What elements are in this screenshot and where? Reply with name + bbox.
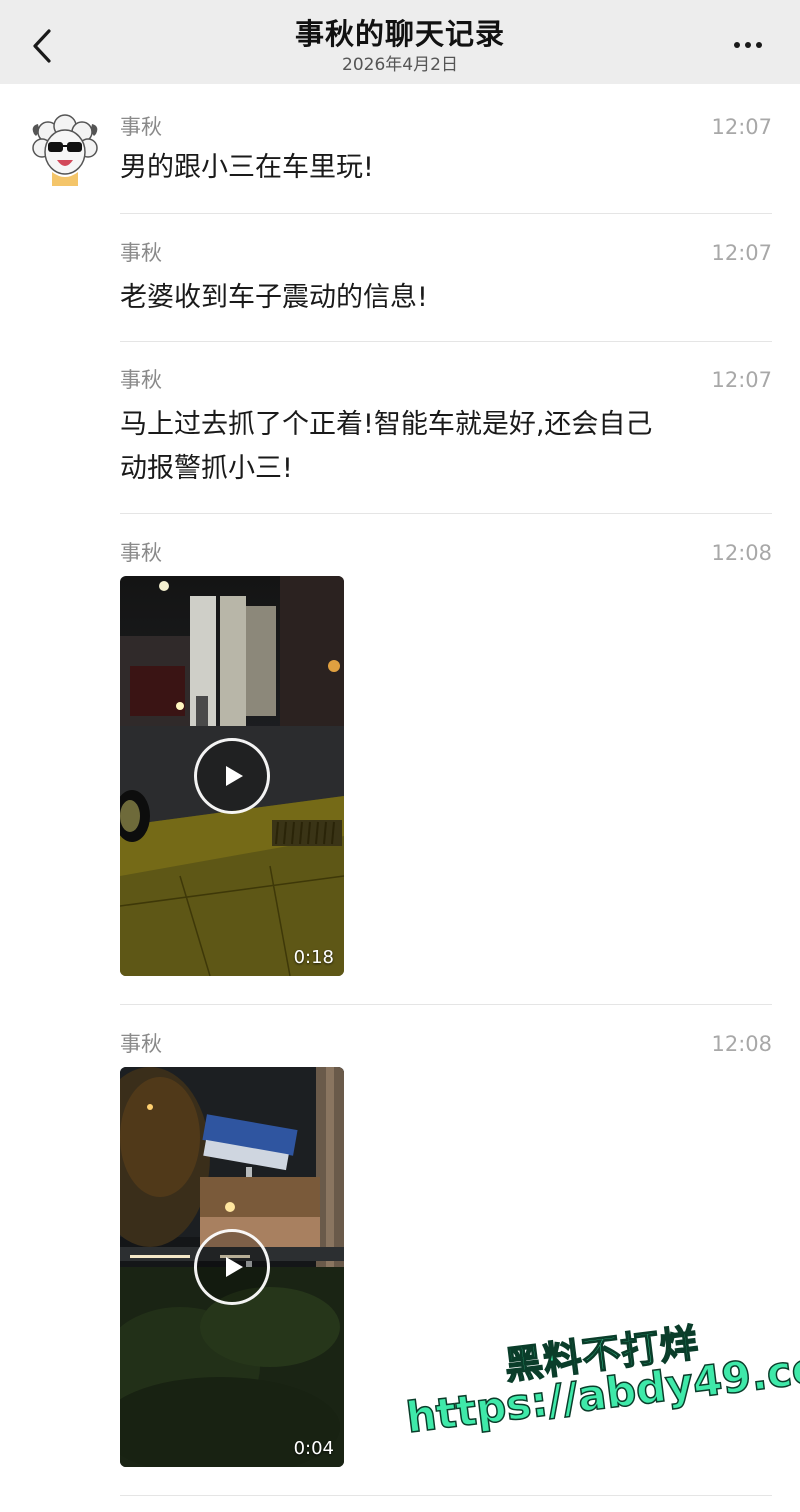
message-text: 老婆收到车子震动的信息! <box>120 282 428 313</box>
sender-name: 事秋 <box>120 115 162 139</box>
video-duration: 0:04 <box>293 1438 334 1459</box>
chevron-left-icon <box>33 29 51 63</box>
video-duration: 0:18 <box>293 947 334 968</box>
message-time: 12:07 <box>711 241 772 265</box>
message-text-line: 马上过去抓了个正着!智能车就是好,还会自己 <box>120 409 653 440</box>
play-icon <box>226 1257 243 1277</box>
divider <box>120 1004 772 1005</box>
watermark-text: 黑料不打烊 <box>502 1320 702 1389</box>
sender-name: 事秋 <box>120 541 162 565</box>
divider <box>120 1495 772 1496</box>
title-block: 事秋的聊天记录 2026年4月2日 <box>150 14 650 76</box>
sender-name: 事秋 <box>120 241 162 265</box>
divider <box>120 341 772 342</box>
nav-bar: 事秋的聊天记录 2026年4月2日 <box>0 0 800 84</box>
play-button[interactable] <box>194 738 270 814</box>
video-thumbnail[interactable]: 0:04 <box>120 1067 344 1467</box>
watermark: 黑料不打烊 https://abdy49.com <box>398 1299 800 1477</box>
play-icon <box>226 766 243 786</box>
back-button[interactable] <box>22 24 62 68</box>
message-item[interactable]: 事秋 12:07 马上过去抓了个正着!智能车就是好,还会自己 动报警抓小三! <box>120 367 772 497</box>
message-item[interactable]: 事秋 12:07 老婆收到车子震动的信息! <box>120 240 772 336</box>
avatar[interactable] <box>28 112 102 186</box>
play-button[interactable] <box>194 1229 270 1305</box>
message-text: 男的跟小三在车里玩! <box>120 152 374 183</box>
watermark-url: https://abdy49.com <box>403 1337 800 1443</box>
video-thumbnail[interactable]: 0:18 <box>120 576 344 976</box>
message-time: 12:08 <box>711 1032 772 1056</box>
divider <box>120 513 772 514</box>
chat-date: 2026年4月2日 <box>342 55 458 75</box>
divider <box>120 213 772 214</box>
message-header: 事秋 12:08 <box>120 540 772 570</box>
sheep-avatar-icon <box>28 112 102 186</box>
message-time: 12:08 <box>711 541 772 565</box>
message-header: 事秋 12:08 <box>120 1031 772 1061</box>
message-time: 12:07 <box>711 368 772 392</box>
message-time: 12:07 <box>711 115 772 139</box>
sender-name: 事秋 <box>120 1032 162 1056</box>
message-text-line: 动报警抓小三! <box>120 453 293 484</box>
sender-name: 事秋 <box>120 368 162 392</box>
message-item[interactable]: 事秋 12:07 男的跟小三在车里玩! <box>120 112 772 208</box>
page-title: 事秋的聊天记录 <box>294 17 505 51</box>
more-dots-icon[interactable] <box>726 30 770 60</box>
